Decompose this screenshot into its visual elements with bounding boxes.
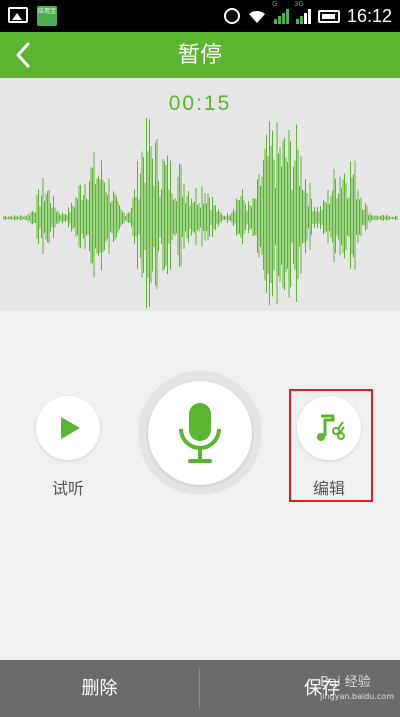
- waveform: [3, 118, 398, 308]
- play-button[interactable]: [36, 396, 100, 460]
- recording-controls: 试听 编辑: [0, 311, 400, 660]
- network-label-g: G: [271, 0, 278, 8]
- play-icon: [61, 417, 80, 439]
- status-bar: 应用宝 G 3G 16:12: [0, 0, 400, 32]
- network-label-3g: 3G: [293, 0, 304, 8]
- delete-button[interactable]: 删除: [0, 660, 199, 717]
- bottom-bar: 删除 保存 Bai 经验 jingyan.baidu.com: [0, 660, 400, 717]
- watermark-brand: Bai 经验: [320, 675, 371, 690]
- title-bar: 暂停: [0, 32, 400, 78]
- elapsed-time: 00:15: [168, 92, 232, 115]
- record-button-ring: [138, 371, 262, 495]
- save-button[interactable]: 保存: [200, 660, 340, 717]
- status-time: 16:12: [346, 5, 392, 26]
- page-title: 暂停: [177, 42, 222, 67]
- app-icon-text: 应用宝: [37, 8, 56, 15]
- signal-icon: [295, 8, 311, 24]
- app-store-icon: 应用宝: [37, 6, 57, 26]
- watermark: Bai 经验 jingyan.baidu.com: [320, 676, 394, 703]
- gallery-icon: [8, 7, 28, 23]
- battery-icon: [317, 9, 340, 23]
- alarm-icon: [223, 8, 240, 24]
- watermark-url: jingyan.baidu.com: [320, 692, 394, 701]
- waveform-bars: [3, 118, 398, 308]
- signal-3g: 3G: [294, 0, 311, 24]
- play-label: 试听: [51, 481, 84, 498]
- wifi-icon: [248, 10, 265, 23]
- signal-g: G: [272, 0, 289, 24]
- signal-icon: [273, 8, 289, 24]
- highlight-box: [289, 389, 373, 502]
- record-button[interactable]: [148, 381, 252, 485]
- microphone-icon: [179, 403, 221, 463]
- waveform-panel: 00:15: [0, 78, 400, 311]
